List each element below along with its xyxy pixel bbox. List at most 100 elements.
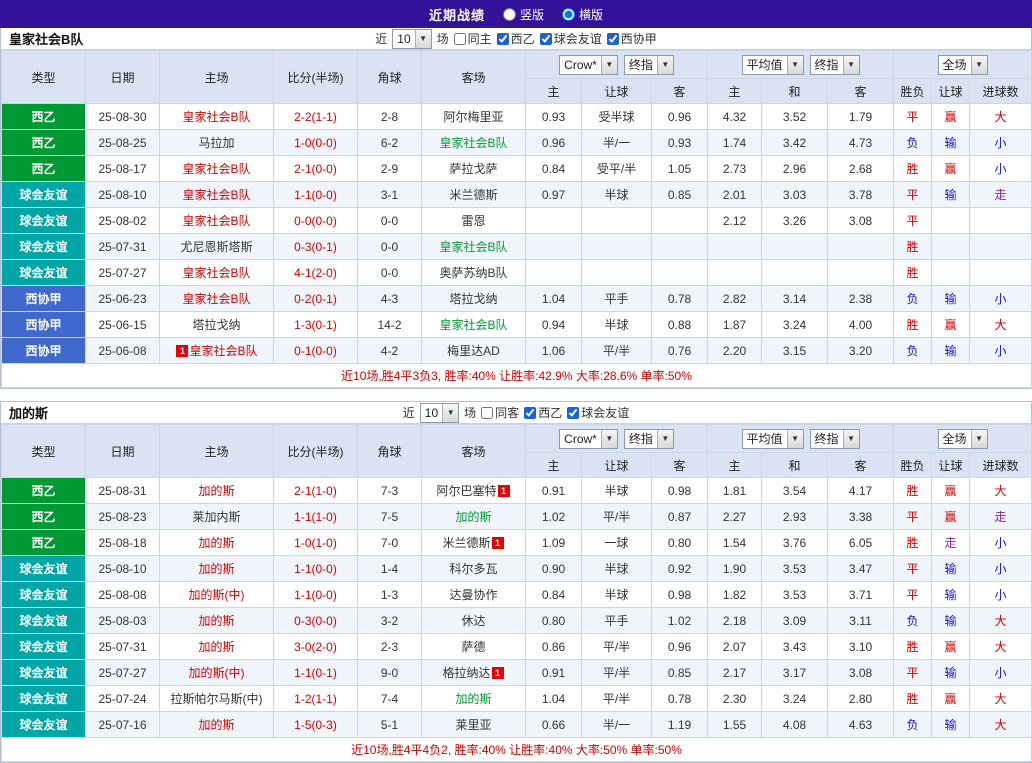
home-team-name: 莱加内斯 [192,510,241,524]
away-team-name: 米兰德斯 [449,188,498,202]
euro-odds-home: 1.90 [707,555,763,582]
filter-checkbox-input[interactable] [567,406,580,419]
final-score: 0-1(0-0) [273,337,358,364]
odds-company-select[interactable]: Crow* ▼ [559,54,618,75]
goals-result: 小 [969,555,1032,582]
away-team-cell: 加的斯 [421,685,526,712]
euro-average-select[interactable]: 平均值 ▼ [741,428,804,449]
handicap-result: 输 [931,181,971,208]
asian-odds-line: 半球 [581,181,652,208]
away-team-cell: 皇家社会B队 [421,311,526,338]
vertical-radio-input[interactable] [502,7,516,21]
asian-odds-home: 1.04 [525,685,582,712]
recent-count-select[interactable]: 10 ▼ [419,402,460,423]
filter-checkbox-input[interactable] [606,32,619,45]
filter-checkbox-input[interactable] [496,32,509,45]
chevron-down-icon: ▼ [970,55,987,74]
games-label: 场 [464,406,477,420]
odds-company-select[interactable]: Crow* ▼ [559,428,618,449]
col-header-corner: 角球 [357,424,422,478]
home-team-name: 皇家社会B队 [182,214,251,228]
euro-average-select[interactable]: 平均值 ▼ [741,54,804,75]
goals-result: 大 [969,477,1032,504]
handicap-result: 赢 [931,503,971,530]
filter-checkbox-input[interactable] [539,32,552,45]
euro-stage-select[interactable]: 终指 ▼ [809,54,860,75]
filter-checkbox-label: 西乙 [510,32,535,46]
outcome-result: 平 [893,581,933,608]
euro-odds-away: 3.47 [827,555,895,582]
final-score: 2-1(0-0) [273,155,358,182]
home-team-cell: 马拉加 [159,129,274,156]
filter-checkbox-input[interactable] [524,406,537,419]
match-date: 25-08-23 [85,503,160,530]
summary-row: 近10场,胜4平3负3, 胜率:40% 让胜率:42.9% 大率:28.6% 单… [0,363,1032,388]
filter-checkbox[interactable]: 球会友谊 [539,30,602,47]
scope-header: 全场 ▼ [893,424,1032,453]
results-table-1: 类型 日期 主场 比分(半场) 角球 客场 Crow* ▼ 终指 ▼ 平均值 ▼ 终指 ▼ 全场 ▼ 主让球客主… [0,50,1032,388]
euro-odds-away: 3.20 [827,337,895,364]
red-card-badge: 1 [497,485,510,497]
asian-odds-away: 0.85 [650,181,709,208]
layout-vertical-option[interactable]: 竖版 [502,6,544,23]
away-team-cell: 加的斯 [421,503,526,530]
layout-horizontal-option[interactable]: 横版 [562,6,603,23]
odds-company-select-value: Crow* [564,57,597,72]
outcome-result: 负 [893,285,933,312]
match-date: 25-06-23 [85,285,160,312]
outcome-result: 负 [893,607,933,634]
match-row: 西协甲 25-06-15 塔拉戈纳 1-3(0-1) 14-2 皇家社会B队 0.94 半球 0… [1,311,1032,338]
tables-container: 皇家社会B队近 10 ▼ 场同主 西乙 球会友谊 西协甲 类型 日期 主场 比分(半场) 角球 客场 Cr… [0,28,1032,763]
corner-score: 7-3 [357,477,422,504]
sub-header-euro-away: 客 [827,452,895,478]
filter-checkbox[interactable]: 西乙 [524,404,562,421]
asian-odds-line: 半球 [581,581,652,608]
team-section-1: 皇家社会B队近 10 ▼ 场同主 西乙 球会友谊 西协甲 类型 日期 主场 比分(半场) 角球 客场 Cr… [0,28,1032,389]
filter-checkbox[interactable]: 同主 [453,30,492,47]
home-team-name: 加的斯 [198,718,235,732]
asian-odds-line: 半/一 [581,129,652,156]
match-row: 球会友谊 25-08-02 皇家社会B队 0-0(0-0) 0-0 雷恩 2.12 3.26 3… [1,207,1032,234]
outcome-result: 胜 [893,529,933,556]
chevron-down-icon: ▼ [414,29,431,48]
filter-checkbox[interactable]: 西协甲 [606,30,657,47]
odds-stage-select[interactable]: 终指 ▼ [623,428,674,449]
match-filters: 近 10 ▼ 场 同客 西乙 球会友谊 [1,402,1031,423]
sub-header-asian-away: 客 [650,78,709,104]
asian-odds-away: 0.98 [650,581,709,608]
euro-odds-draw: 3.52 [761,103,829,130]
final-score: 1-1(0-0) [273,555,358,582]
sub-header-asian-line: 让球 [581,78,652,104]
match-scope-select[interactable]: 全场 ▼ [937,54,988,75]
home-team-cell: 塔拉戈纳 [159,311,274,338]
filter-checkbox-input[interactable] [453,32,466,45]
horizontal-radio-input[interactable] [562,7,575,21]
asian-odds-away: 1.05 [650,155,709,182]
vertical-radio-label: 竖版 [519,7,544,22]
euro-odds-home [707,259,763,286]
odds-stage-select[interactable]: 终指 ▼ [623,54,674,75]
goals-result: 走 [969,181,1032,208]
filter-checkbox[interactable]: 同客 [481,404,519,421]
match-row: 西乙 25-08-30 皇家社会B队 2-2(1-1) 2-8 阿尔梅里亚 0.93 受半球 0… [1,103,1032,130]
away-team-cell: 休达 [421,607,526,634]
euro-stage-select[interactable]: 终指 ▼ [809,428,860,449]
euro-odds-home: 1.81 [707,477,763,504]
filter-checkbox[interactable]: 球会友谊 [567,404,629,421]
recent-count-select[interactable]: 10 ▼ [392,28,432,49]
final-score: 2-2(1-1) [273,103,358,130]
home-team-cell: 加的斯(中) [159,581,274,608]
outcome-result: 平 [893,659,933,686]
final-score: 1-1(0-0) [273,581,358,608]
home-team-cell: 皇家社会B队 [159,155,274,182]
filter-checkbox[interactable]: 西乙 [496,30,535,47]
away-team-name: 皇家社会B队 [439,318,508,332]
match-row: 西乙 25-08-17 皇家社会B队 2-1(0-0) 2-9 萨拉戈萨 0.84 受平/半 1… [1,155,1032,182]
outcome-result: 负 [893,337,933,364]
match-scope-select[interactable]: 全场 ▼ [937,428,988,449]
away-team-name: 皇家社会B队 [439,136,508,150]
corner-score: 0-0 [357,233,422,260]
asian-odds-home: 0.80 [525,607,582,634]
near-label: 近 [375,32,388,46]
filter-checkbox-input[interactable] [481,406,494,419]
